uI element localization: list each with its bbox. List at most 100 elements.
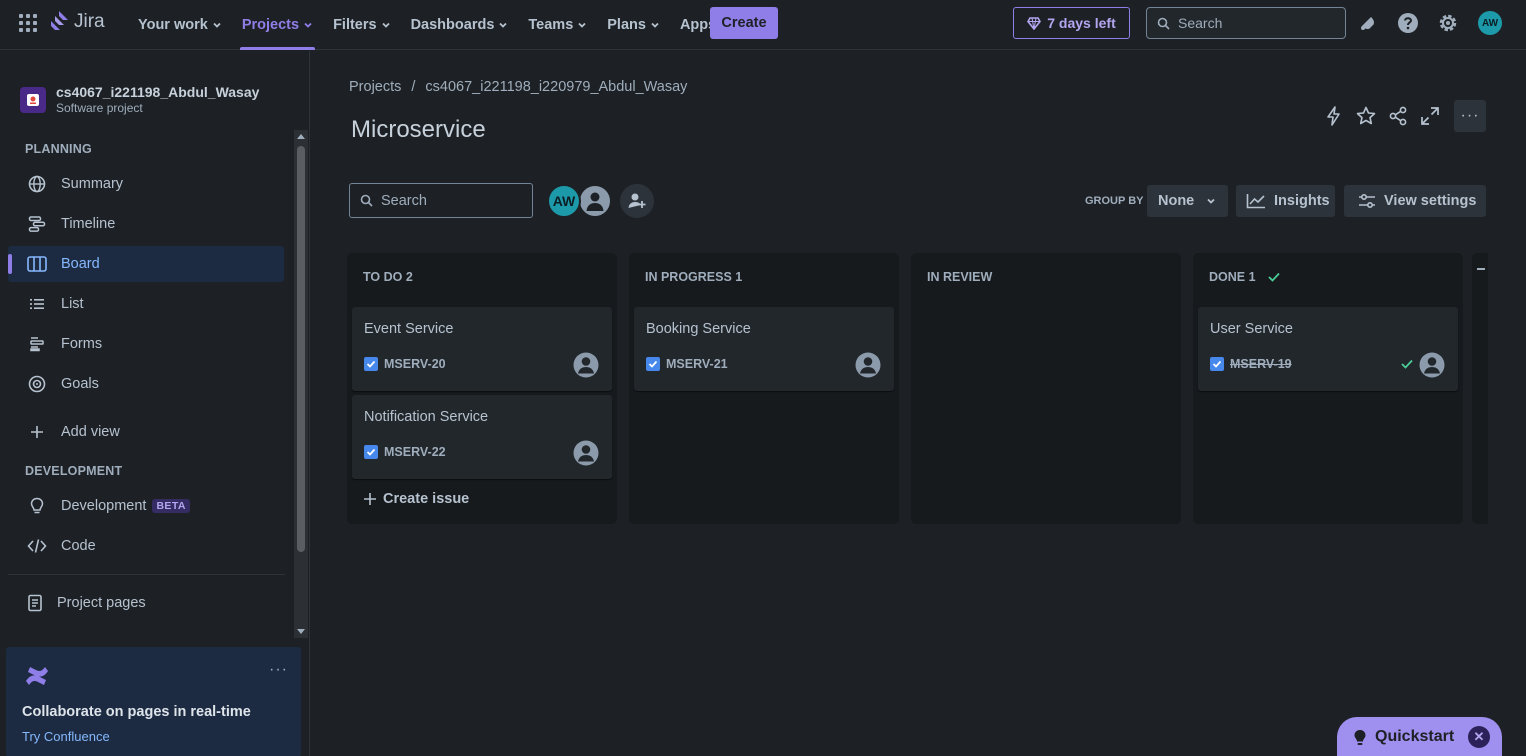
- issue-key[interactable]: MSERV-20: [364, 357, 446, 371]
- unassigned-avatar-icon[interactable]: [855, 352, 881, 378]
- sidebar-item-code[interactable]: Code: [8, 528, 284, 564]
- sidebar-divider: [8, 574, 285, 575]
- sidebar-item-development[interactable]: Development BETA: [8, 488, 284, 524]
- nav-filters[interactable]: Filters: [323, 0, 401, 50]
- create-issue-label: Create issue: [383, 491, 470, 507]
- sidebar-item-goals[interactable]: Goals: [8, 366, 284, 402]
- unassigned-avatar-icon[interactable]: [1419, 352, 1445, 378]
- chevron-down-icon: [499, 22, 508, 28]
- fullscreen-icon[interactable]: [1419, 105, 1441, 127]
- issue-card[interactable]: Booking Service MSERV-21: [634, 307, 894, 391]
- issue-card[interactable]: User Service MSERV-19: [1198, 307, 1458, 391]
- sidebar-item-list[interactable]: List: [8, 286, 284, 322]
- create-issue-button[interactable]: Create issue: [363, 491, 469, 507]
- search-icon: [1157, 17, 1170, 30]
- task-checkbox-icon: [364, 445, 378, 459]
- column-title: DONE 1: [1209, 270, 1256, 284]
- global-search-input[interactable]: Search: [1146, 7, 1346, 39]
- unassigned-avatar-icon[interactable]: [573, 352, 599, 378]
- project-sidebar: cs4067_i221198_Abdul_Wasay Software proj…: [0, 51, 310, 756]
- issue-key[interactable]: MSERV-19: [1210, 357, 1292, 371]
- app-switcher-icon[interactable]: [18, 13, 38, 33]
- nav-plans[interactable]: Plans: [597, 0, 670, 50]
- scroll-down-icon[interactable]: [297, 627, 305, 635]
- chevron-down-icon: [213, 22, 221, 28]
- issue-key[interactable]: MSERV-22: [364, 445, 446, 459]
- sidebar-scrollbar[interactable]: [294, 130, 308, 638]
- breadcrumb-projects[interactable]: Projects: [349, 79, 401, 95]
- create-button[interactable]: Create: [710, 7, 778, 39]
- sidebar-item-project-pages[interactable]: Project pages: [8, 585, 284, 621]
- breadcrumb: Projects / cs4067_i221198_i220979_Abdul_…: [349, 79, 687, 95]
- board-column-in-progress: IN PROGRESS 1 Booking Service MSERV-21: [629, 253, 899, 524]
- issue-key-text: MSERV-20: [384, 357, 446, 371]
- board-column-done: DONE 1 User Service MSERV-19: [1193, 253, 1463, 524]
- promo-more-button[interactable]: ···: [269, 661, 288, 679]
- jira-logo[interactable]: Jira: [48, 10, 105, 34]
- sidebar-item-board[interactable]: Board: [8, 246, 284, 282]
- assignee-avatar-unassigned[interactable]: [578, 184, 612, 218]
- issue-card[interactable]: Event Service MSERV-20: [352, 307, 612, 391]
- view-settings-button[interactable]: View settings: [1344, 185, 1486, 217]
- unassigned-avatar-icon[interactable]: [573, 440, 599, 466]
- search-icon: [360, 194, 373, 207]
- assignee-avatar-aw[interactable]: AW: [547, 184, 581, 218]
- nav-dashboards[interactable]: Dashboards: [401, 0, 519, 50]
- goals-icon: [27, 374, 47, 394]
- add-view-button[interactable]: Add view: [8, 414, 284, 450]
- nav-projects[interactable]: Projects: [232, 0, 323, 50]
- forms-icon: [27, 334, 47, 354]
- nav-label: Filters: [333, 17, 377, 33]
- column-title-wrap: DONE 1: [1209, 270, 1280, 284]
- settings-gear-icon[interactable]: [1437, 12, 1459, 34]
- star-icon[interactable]: [1355, 105, 1377, 127]
- help-icon[interactable]: [1397, 12, 1419, 34]
- issue-key-text: MSERV-19: [1230, 357, 1292, 371]
- scroll-up-icon[interactable]: [297, 133, 305, 141]
- board-search-input[interactable]: Search: [349, 183, 533, 218]
- globe-icon: [27, 174, 47, 194]
- issue-card[interactable]: Notification Service MSERV-22: [352, 395, 612, 479]
- try-confluence-link[interactable]: Try Confluence: [22, 729, 110, 744]
- automation-lightning-icon[interactable]: [1323, 105, 1345, 127]
- view-settings-label: View settings: [1384, 193, 1477, 209]
- confluence-promo: ··· Collaborate on pages in real-time Tr…: [6, 647, 301, 756]
- insights-button[interactable]: Insights: [1236, 185, 1335, 217]
- notifications-icon[interactable]: [1357, 12, 1379, 34]
- sidebar-item-timeline[interactable]: Timeline: [8, 206, 284, 242]
- add-user-icon: [628, 193, 646, 208]
- beta-badge: BETA: [152, 499, 190, 513]
- project-header[interactable]: cs4067_i221198_Abdul_Wasay Software proj…: [20, 84, 259, 115]
- more-actions-button[interactable]: ···: [1454, 100, 1486, 132]
- user-avatar[interactable]: AW: [1478, 11, 1502, 35]
- nav-your-work[interactable]: Your work: [128, 0, 232, 50]
- scrollbar-thumb[interactable]: [297, 146, 305, 552]
- share-icon[interactable]: [1387, 105, 1409, 127]
- nav-label: Teams: [528, 17, 574, 33]
- group-by-label: GROUP BY: [1085, 195, 1144, 207]
- nav-label: Plans: [607, 17, 646, 33]
- sidebar-item-summary[interactable]: Summary: [8, 166, 284, 202]
- sidebar-item-label: Goals: [61, 376, 99, 392]
- board-column-todo: TO DO 2 Event Service MSERV-20 Notificat…: [347, 253, 617, 524]
- project-type: Software project: [56, 101, 143, 115]
- code-icon: [27, 536, 47, 556]
- breadcrumb-project[interactable]: cs4067_i221198_i220979_Abdul_Wasay: [425, 79, 687, 95]
- quickstart-label: Quickstart: [1375, 728, 1455, 745]
- logo-text: Jira: [74, 11, 105, 32]
- quickstart-button[interactable]: Quickstart ✕: [1337, 717, 1502, 756]
- group-by-dropdown[interactable]: None: [1147, 185, 1228, 217]
- trial-label: 7 days left: [1047, 15, 1116, 31]
- close-icon[interactable]: ✕: [1468, 726, 1490, 748]
- chevron-down-icon: [304, 22, 312, 28]
- nav-label: Dashboards: [410, 17, 495, 33]
- nav-teams[interactable]: Teams: [518, 0, 597, 50]
- sidebar-item-forms[interactable]: Forms: [8, 326, 284, 362]
- top-navigation: Jira Your work Projects Filters Dashboar…: [0, 0, 1526, 50]
- board-icon: [27, 254, 47, 274]
- add-people-button[interactable]: [620, 184, 654, 218]
- trial-button[interactable]: 7 days left: [1013, 7, 1130, 39]
- plus-icon: [364, 493, 376, 505]
- issue-key[interactable]: MSERV-21: [646, 357, 728, 371]
- collapsed-column-edge[interactable]: [1472, 253, 1488, 524]
